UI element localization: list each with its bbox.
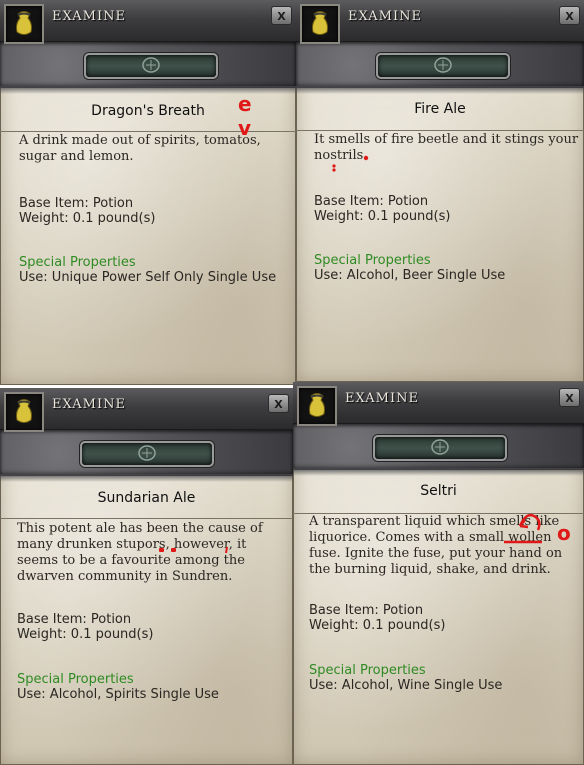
special-use-text: Use: Alcohol, Wine Single Use bbox=[309, 678, 503, 693]
red-annotation: o bbox=[557, 521, 571, 545]
window-title: EXAMINE bbox=[345, 391, 419, 406]
potion-bag-icon bbox=[4, 392, 44, 432]
close-button[interactable]: X bbox=[559, 6, 580, 25]
weight-text: Weight: 0.1 pound(s) bbox=[309, 618, 446, 633]
examine-window-seltri: EXAMINE X Seltri A transparent liquid wh… bbox=[293, 382, 584, 765]
potion-bag-icon bbox=[297, 386, 337, 426]
base-item-text: Base Item: Potion bbox=[314, 194, 429, 209]
red-annotation: e v bbox=[238, 92, 252, 140]
close-button[interactable]: X bbox=[268, 394, 289, 413]
base-item-text: Base Item: Potion bbox=[309, 603, 424, 618]
special-properties-header: Special Properties bbox=[309, 663, 426, 678]
special-properties-header: Special Properties bbox=[19, 255, 136, 270]
weight-text: Weight: 0.1 pound(s) bbox=[19, 211, 156, 226]
close-button[interactable]: X bbox=[271, 6, 292, 25]
item-name: Fire Ale bbox=[414, 101, 466, 117]
item-name: Dragon's Breath bbox=[91, 103, 205, 119]
weight-text: Weight: 0.1 pound(s) bbox=[314, 209, 451, 224]
red-dot-marks bbox=[332, 155, 369, 172]
base-item-text: Base Item: Potion bbox=[17, 612, 132, 627]
special-use-text: Use: Unique Power Self Only Single Use bbox=[19, 270, 277, 285]
divider bbox=[0, 131, 296, 132]
examine-window-dragons-breath: EXAMINE X Dragon's Breath A drink made o… bbox=[0, 0, 296, 385]
item-description: This potent ale has been the cause of ma… bbox=[17, 521, 263, 584]
special-properties-header: Special Properties bbox=[17, 672, 134, 687]
window-title: EXAMINE bbox=[52, 397, 126, 412]
close-button[interactable]: X bbox=[559, 388, 580, 407]
rune-emblem-icon bbox=[80, 441, 214, 467]
examine-window-fire-ale: EXAMINE X Fire Ale It smells of fire bee… bbox=[296, 0, 584, 382]
weight-text: Weight: 0.1 pound(s) bbox=[17, 627, 154, 642]
window-title: EXAMINE bbox=[348, 9, 422, 24]
item-name: Sundarian Ale bbox=[97, 490, 196, 506]
rune-emblem-icon bbox=[84, 53, 218, 79]
special-use-text: Use: Alcohol, Beer Single Use bbox=[314, 268, 506, 283]
divider bbox=[296, 130, 584, 131]
examine-window-sundarian-ale: EXAMINE X Sundarian Ale This potent ale … bbox=[0, 388, 293, 765]
rune-emblem-icon bbox=[373, 435, 507, 461]
potion-bag-icon bbox=[4, 4, 44, 44]
rune-emblem-icon bbox=[376, 53, 510, 79]
item-name: Seltri bbox=[420, 483, 457, 499]
window-header[interactable] bbox=[0, 0, 296, 42]
red-punctuation-marks bbox=[159, 546, 228, 554]
window-title: EXAMINE bbox=[52, 9, 126, 24]
base-item-text: Base Item: Potion bbox=[19, 196, 134, 211]
special-use-text: Use: Alcohol, Spirits Single Use bbox=[17, 687, 219, 702]
potion-bag-icon bbox=[300, 4, 340, 44]
divider bbox=[0, 518, 293, 519]
special-properties-header: Special Properties bbox=[314, 253, 431, 268]
